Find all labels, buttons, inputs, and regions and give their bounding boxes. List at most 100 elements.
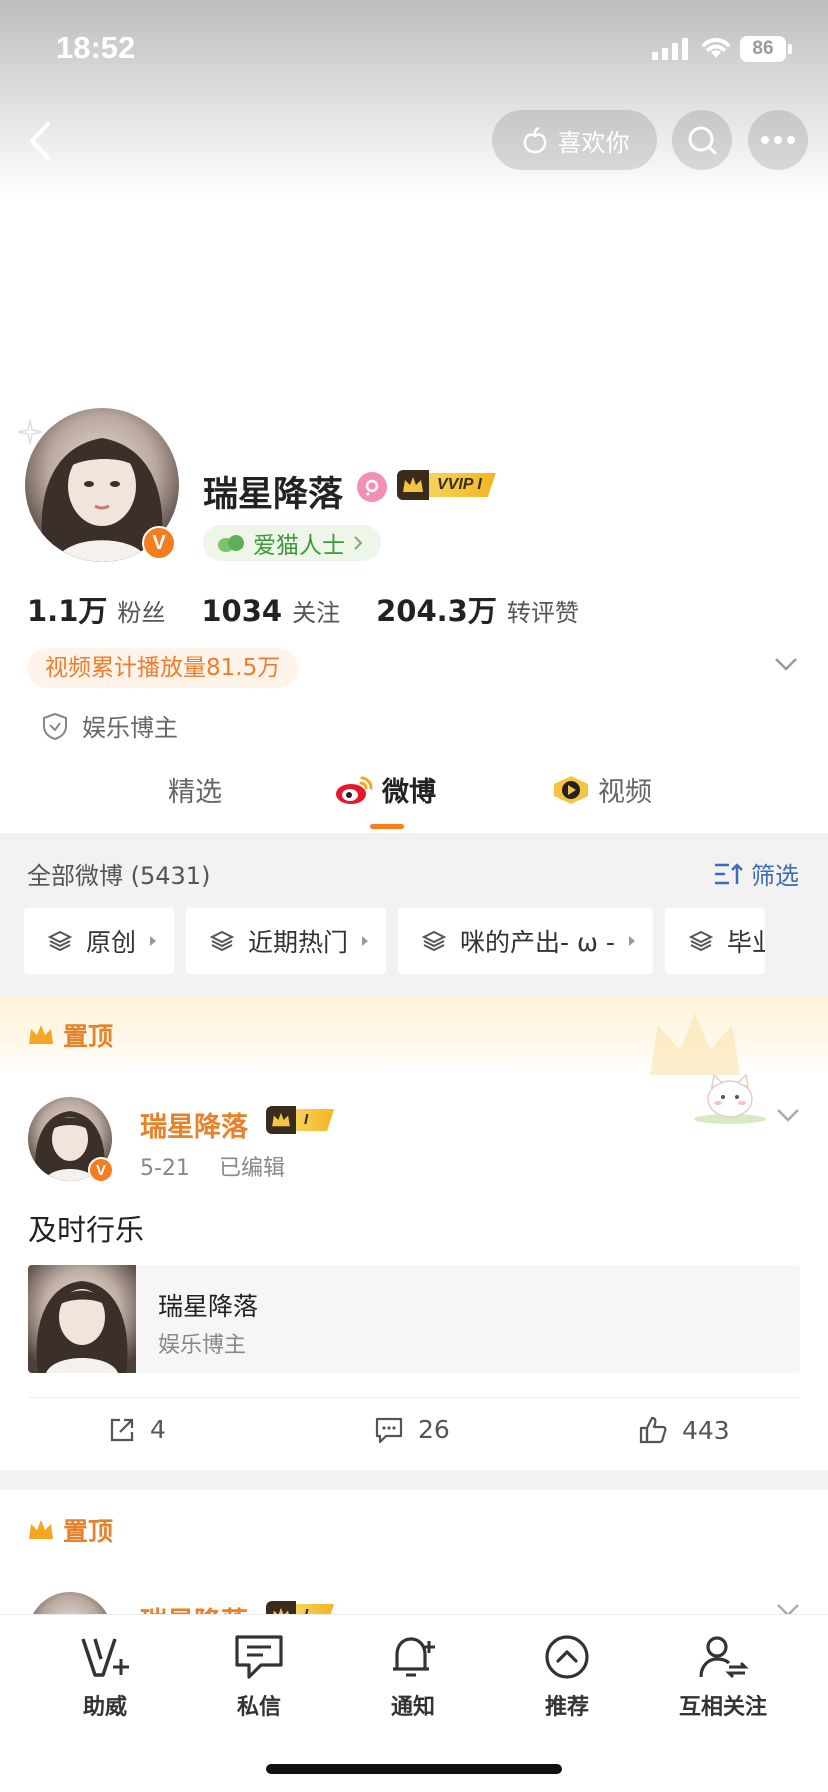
chip-recent-hot[interactable]: 近期热门 — [186, 908, 387, 974]
profile-tabs: 精选 微博 视频 — [0, 762, 828, 832]
layers-icon — [422, 930, 447, 952]
like-count: 443 — [682, 1415, 730, 1445]
chip-graduation[interactable]: 毕业记 — [664, 908, 765, 974]
filter-sort-icon — [715, 862, 743, 884]
interactions-label[interactable]: 转评赞 — [507, 593, 579, 628]
layers-icon — [210, 930, 235, 952]
mutual-follow-icon — [699, 1636, 749, 1679]
cat-paw-icon — [218, 535, 244, 552]
cat-sticker-icon — [694, 1073, 766, 1124]
message-label: 私信 — [236, 1695, 281, 1720]
shield-icon — [43, 712, 67, 740]
like-you-label: 喜欢你 — [557, 128, 630, 157]
filter-button[interactable]: 筛选 — [713, 856, 799, 891]
level-label: I — [296, 1109, 334, 1131]
repost-count: 4 — [150, 1415, 166, 1444]
crown-icon — [29, 1520, 53, 1539]
video-play-icon — [554, 775, 588, 804]
layers-icon — [48, 930, 72, 952]
post-text: 及时行乐 — [28, 1213, 145, 1247]
repost-button[interactable]: 4 — [108, 1415, 166, 1444]
fans-count[interactable]: 1.1万 — [27, 588, 107, 630]
signal-icon — [652, 38, 688, 60]
tab-video[interactable]: 视频 — [552, 770, 652, 809]
status-bar: 18:52 86 — [0, 0, 828, 100]
crown-icon — [266, 1106, 296, 1134]
wifi-icon — [702, 38, 730, 58]
post-card[interactable]: 置顶 瑞星降落 I — [0, 1490, 828, 1676]
post-date: 5-21 — [140, 1156, 190, 1181]
tab-featured[interactable]: 精选 — [168, 770, 222, 809]
post-edited: 已编辑 — [218, 1156, 285, 1181]
chip-original[interactable]: 原创 — [24, 908, 175, 974]
chip-original-label: 原创 — [86, 928, 137, 957]
status-time: 18:52 — [56, 30, 136, 65]
layers-icon — [688, 930, 713, 952]
fans-label[interactable]: 粉丝 — [117, 593, 165, 628]
triangle-right-icon — [628, 936, 635, 946]
back-icon[interactable] — [20, 118, 60, 164]
thumbs-up-icon — [639, 1416, 667, 1444]
interactions-count[interactable]: 204.3万 — [376, 588, 497, 630]
bell-icon — [393, 1637, 435, 1677]
triangle-right-icon — [150, 936, 157, 946]
album-chips: 原创 近期热门 咪的产出- ω - 毕业记 — [24, 908, 765, 974]
avatar-portrait — [36, 1281, 128, 1373]
triangle-right-icon — [362, 936, 369, 946]
message-button[interactable]: 私信 — [194, 1633, 324, 1721]
repost-icon — [110, 1418, 134, 1441]
profile-stats: 1.1万 粉丝 1034 关注 204.3万 转评赞 — [27, 588, 615, 630]
mutual-follow-label: 互相关注 — [678, 1695, 767, 1720]
chevron-right-icon — [354, 536, 363, 550]
shared-profile-thumbnail — [28, 1265, 136, 1373]
magnifier-icon — [365, 479, 379, 496]
category-tag[interactable]: 爱猫人士 — [203, 525, 381, 561]
post-card[interactable]: 置顶 V 瑞星降落 I 5-21 已编辑 及时行乐 瑞星降落 娱乐博主 4 26… — [0, 995, 828, 1470]
recommend-button[interactable]: 推荐 — [502, 1633, 632, 1721]
vvip-badge[interactable]: VVIP I — [397, 470, 496, 500]
role-row: 娱乐博主 — [42, 708, 178, 743]
notify-button[interactable]: 通知 — [348, 1633, 478, 1721]
search-button[interactable] — [672, 110, 732, 170]
tab-weibo-label: 微博 — [382, 777, 436, 808]
shared-profile-card[interactable]: 瑞星降落 娱乐博主 — [28, 1265, 800, 1373]
comment-button[interactable]: 26 — [374, 1415, 450, 1444]
post-meta: 5-21 已编辑 — [140, 1150, 285, 1182]
pinned-label: 置顶 — [27, 1017, 113, 1053]
pinned-text: 置顶 — [63, 1517, 114, 1546]
cheer-label: 助威 — [82, 1695, 127, 1720]
shared-profile-name: 瑞星降落 — [158, 1292, 259, 1321]
comment-count: 26 — [418, 1415, 450, 1444]
peach-icon — [523, 126, 546, 154]
crown-icon — [397, 470, 429, 500]
feed-total-label: 全部微博 (5431) — [27, 862, 211, 890]
post-author-name[interactable]: 瑞星降落 — [140, 1105, 248, 1144]
battery-indicator: 86 — [740, 36, 786, 62]
profile-name: 瑞星降落 — [203, 475, 344, 515]
notify-label: 通知 — [390, 1695, 435, 1720]
chip-cat-output[interactable]: 咪的产出- ω - — [398, 908, 653, 974]
cheer-button[interactable]: 助威 — [40, 1633, 170, 1721]
search-icon — [688, 126, 717, 155]
chip-graduation-label: 毕业记 — [726, 928, 765, 957]
recommend-label: 推荐 — [544, 1695, 589, 1720]
comment-icon — [375, 1417, 403, 1443]
like-button[interactable]: 443 — [638, 1415, 730, 1445]
video-play-count-badge[interactable]: 视频累计播放量81.5万 — [27, 648, 299, 688]
level-badge: I — [266, 1106, 334, 1134]
chevron-down-icon[interactable] — [774, 656, 798, 672]
like-you-button[interactable]: 喜欢你 — [492, 110, 657, 170]
more-icon — [761, 136, 795, 144]
tab-weibo[interactable]: 微博 — [334, 770, 436, 809]
verified-badge: V — [142, 526, 176, 560]
action-divider — [28, 1397, 800, 1398]
more-button[interactable] — [748, 110, 808, 170]
mutual-follow-button[interactable]: 互相关注 — [658, 1633, 788, 1721]
crown-icon — [29, 1025, 53, 1044]
tab-featured-label: 精选 — [168, 777, 222, 808]
pinned-label: 置顶 — [27, 1512, 113, 1548]
following-count[interactable]: 1034 — [201, 594, 282, 628]
post-menu-chevron-icon[interactable] — [776, 1107, 800, 1123]
super-topic-badge[interactable] — [357, 472, 387, 502]
following-label[interactable]: 关注 — [292, 593, 340, 628]
